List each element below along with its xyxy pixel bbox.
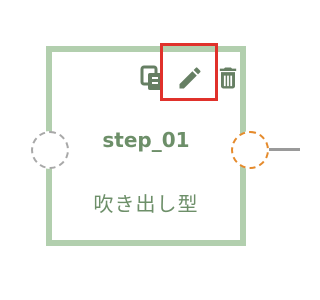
flow-canvas: step_01 吹き出し型 xyxy=(0,0,300,300)
node-toolbar xyxy=(136,62,242,98)
output-port[interactable] xyxy=(231,131,269,169)
output-connector-line xyxy=(269,148,300,151)
node-title: step_01 xyxy=(102,128,190,152)
input-port[interactable] xyxy=(31,131,69,169)
edit-icon xyxy=(179,67,201,89)
delete-icon xyxy=(219,67,237,89)
copy-icon xyxy=(140,65,162,90)
edit-button[interactable] xyxy=(174,62,206,94)
node-subtitle: 吹き出し型 xyxy=(93,192,199,216)
copy-button[interactable] xyxy=(136,62,168,94)
delete-button[interactable] xyxy=(212,62,244,94)
